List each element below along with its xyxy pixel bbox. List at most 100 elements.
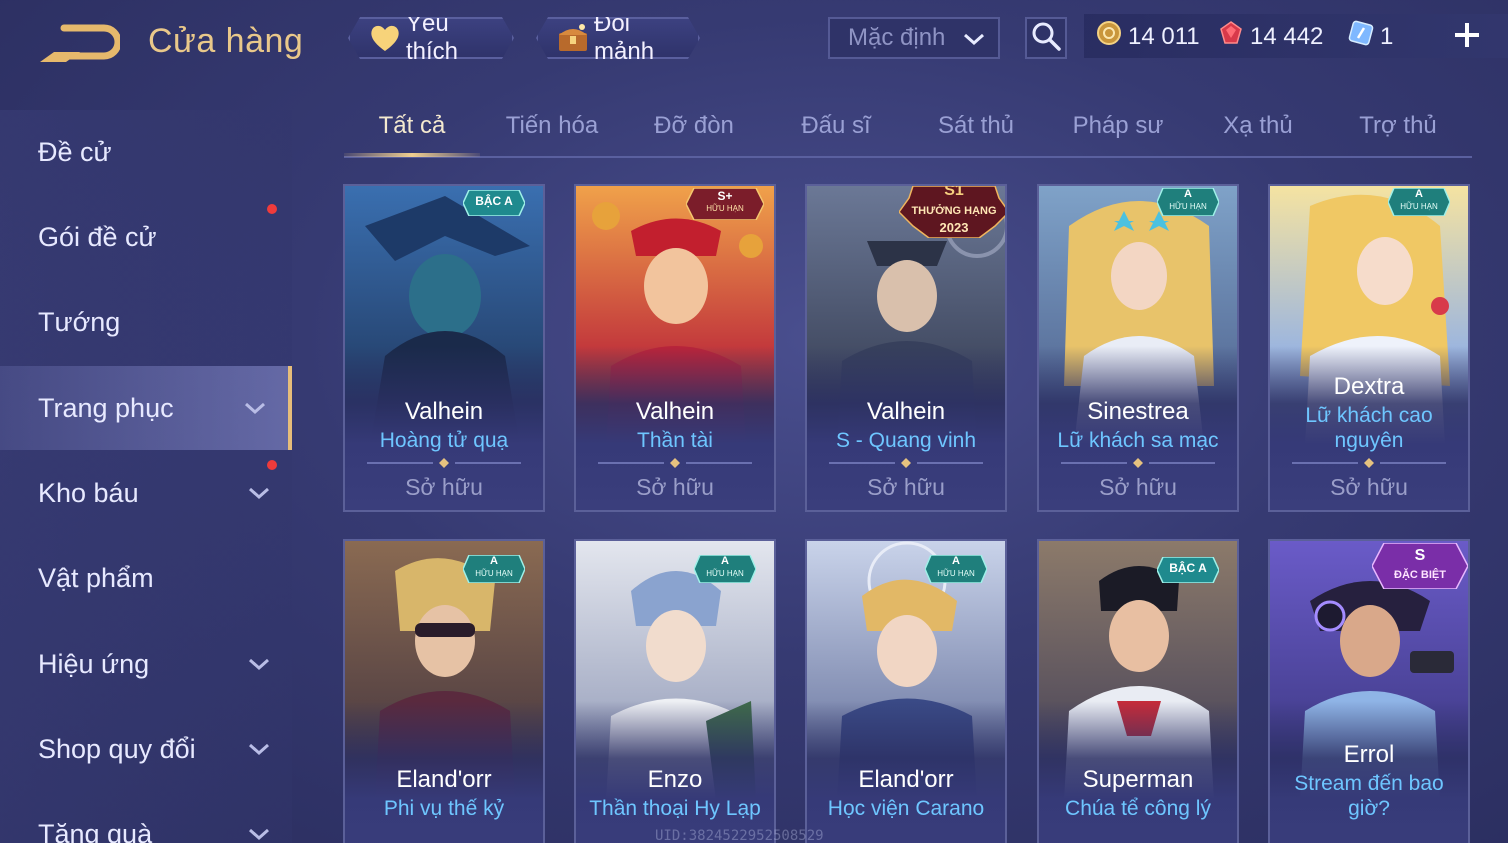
owned-status: Sở hữu xyxy=(867,474,945,500)
sidebar-item-skins[interactable]: Trang phục xyxy=(0,366,292,450)
gold-balance: 14 011 xyxy=(1096,20,1200,53)
sidebar-item-featured-bundles[interactable]: Gói đề cử xyxy=(0,195,292,279)
sort-value: Mặc định xyxy=(848,24,946,51)
ornament-divider xyxy=(1292,458,1446,468)
ornament-divider xyxy=(1061,458,1215,468)
skin-name: Lữ khách cao nguyên xyxy=(1305,404,1433,452)
plus-icon[interactable] xyxy=(1452,20,1482,50)
skin-card[interactable]: A HỮU HẠN Eland'orr Học viện Carano xyxy=(805,539,1007,843)
sidebar-item-items[interactable]: Vật phẩm xyxy=(0,536,292,620)
skin-card[interactable]: A HỮU HẠN Sinestrea Lữ khách sa mạc Sở h… xyxy=(1037,184,1239,512)
owned-status: Sở hữu xyxy=(636,474,714,500)
tab-mage[interactable]: Pháp sư xyxy=(1050,112,1186,154)
search-icon xyxy=(1031,21,1061,56)
tier-badge: A HỮU HẠN xyxy=(462,554,526,588)
hero-name: Errol xyxy=(1343,741,1395,768)
skin-card[interactable]: S1 THƯỞNG HẠNG 2023 Valhein S - Quang vi… xyxy=(805,184,1007,512)
sort-dropdown[interactable]: Mặc định xyxy=(828,17,1000,59)
ornament-divider xyxy=(598,458,752,468)
chevron-down-icon xyxy=(246,822,272,843)
hero-name: Eland'orr xyxy=(858,766,954,793)
ornament-divider xyxy=(829,458,983,468)
sidebar-item-effects[interactable]: Hiệu ứng xyxy=(0,622,292,706)
skin-name: Stream đến bao giờ? xyxy=(1294,772,1444,820)
tier-badge: S ĐẶC BIỆT xyxy=(1371,542,1468,594)
hero-name: Eland'orr xyxy=(396,766,492,793)
tab-evolution[interactable]: Tiến hóa xyxy=(484,112,620,154)
tier-badge: S1 THƯỞNG HẠNG 2023 xyxy=(898,186,1005,243)
category-tabs: Tất cả Tiến hóa Đỡ đòn Đấu sĩ Sát thủ Ph… xyxy=(344,108,1472,158)
tier-badge: BẬC A xyxy=(462,189,526,221)
sidebar-item-treasure[interactable]: Kho báu xyxy=(0,451,292,535)
tier-badge: A HỮU HẠN xyxy=(1387,187,1451,221)
hero-name: Valhein xyxy=(404,398,484,425)
tier-badge: A HỮU HẠN xyxy=(693,554,757,588)
skin-name: Phi vụ thế kỷ xyxy=(383,797,505,820)
skin-name: Hoàng tử quạ xyxy=(379,429,509,452)
hero-name: Superman xyxy=(1082,766,1194,793)
hero-name: Valhein xyxy=(635,398,715,425)
skin-card[interactable]: A HỮU HẠN Eland'orr Phi vụ thế kỷ xyxy=(343,539,545,843)
tier-badge: A HỮU HẠN xyxy=(924,554,988,588)
exchange-shard-button[interactable]: Đổi mảnh xyxy=(536,17,700,59)
back-arrow-icon[interactable] xyxy=(36,22,122,66)
sidebar-item-exchange-shop[interactable]: Shop quy đổi xyxy=(0,707,292,791)
hero-name: Dextra xyxy=(1333,373,1405,400)
chevron-down-icon xyxy=(246,737,272,761)
red-gem-icon xyxy=(1218,20,1244,53)
chevron-down-icon xyxy=(246,481,272,505)
sidebar-item-heroes[interactable]: Tướng xyxy=(0,280,292,364)
tier-badge: A HỮU HẠN xyxy=(1156,187,1220,221)
owned-status: Sở hữu xyxy=(405,474,483,500)
owned-status: Sở hữu xyxy=(1099,474,1177,500)
heart-icon xyxy=(368,21,402,55)
active-tab-indicator xyxy=(344,153,480,157)
exchange-label: Đổi mảnh xyxy=(594,10,655,65)
skin-card[interactable]: A HỮU HẠN Dextra Lữ khách cao nguyên Sở … xyxy=(1268,184,1470,512)
ornament-divider xyxy=(367,458,521,468)
skin-card[interactable]: S ĐẶC BIỆT Errol Stream đến bao giờ? xyxy=(1268,539,1470,843)
tab-fighter[interactable]: Đấu sĩ xyxy=(768,112,904,154)
currency-bar: 14 011 14 442 1 xyxy=(1084,14,1508,58)
treasure-chest-icon xyxy=(556,21,590,55)
uid-watermark: UID:382452295250852​9 xyxy=(655,828,824,843)
gold-coin-icon xyxy=(1096,20,1122,53)
sidebar: Đề cử Gói đề cử Tướng Trang phục Kho báu… xyxy=(0,110,292,843)
favorite-label: Yêu thích xyxy=(406,10,459,65)
tier-badge: S+ HỮU HẠN xyxy=(685,187,765,225)
skin-card[interactable]: BẬC A Superman Chúa tể công lý xyxy=(1037,539,1239,843)
notification-dot xyxy=(267,460,277,470)
skin-name: Thần thoại Hy Lạp xyxy=(589,797,761,820)
skin-name: Chúa tể công lý xyxy=(1065,797,1211,820)
hero-name: Sinestrea xyxy=(1087,398,1189,425)
hero-name: Enzo xyxy=(647,766,703,793)
search-button[interactable] xyxy=(1025,17,1067,59)
skin-card[interactable]: A HỮU HẠN Enzo Thần thoại Hy Lạp xyxy=(574,539,776,843)
tab-marksman[interactable]: Xạ thủ xyxy=(1190,112,1326,154)
sidebar-item-featured[interactable]: Đề cử xyxy=(0,110,292,194)
skin-card[interactable]: S+ HỮU HẠN Valhein Thần tài Sở hữu xyxy=(574,184,776,512)
hero-name: Valhein xyxy=(866,398,946,425)
owned-status: Sở hữu xyxy=(1330,474,1408,500)
notification-dot xyxy=(267,204,277,214)
skin-name: Thần tài xyxy=(637,429,713,452)
tab-all[interactable]: Tất cả xyxy=(344,112,480,154)
tab-assassin[interactable]: Sát thủ xyxy=(908,112,1044,154)
chevron-down-icon xyxy=(242,396,268,420)
skin-name: S - Quang vinh xyxy=(835,429,977,452)
skin-card[interactable]: BẬC A Valhein Hoàng tử quạ Sở hữu xyxy=(343,184,545,512)
tier-badge: BẬC A xyxy=(1156,556,1220,588)
skin-name: Học viện Carano xyxy=(827,797,985,820)
chevron-down-icon xyxy=(246,652,272,676)
gem-balance: 14 442 xyxy=(1218,20,1323,53)
top-bar: Cửa hàng Yêu thích Đổi mảnh Mặc định 14 … xyxy=(0,0,1508,80)
favorite-button[interactable]: Yêu thích xyxy=(348,17,514,59)
ticket-balance: 1 xyxy=(1348,20,1393,53)
page-title: Cửa hàng xyxy=(148,22,304,60)
chevron-down-icon xyxy=(962,27,986,51)
skin-name: Lữ khách sa mạc xyxy=(1057,429,1219,452)
tab-tank[interactable]: Đỡ đòn xyxy=(626,112,762,154)
sidebar-item-gift[interactable]: Tặng quà xyxy=(0,792,292,843)
tab-support[interactable]: Trợ thủ xyxy=(1330,112,1466,154)
ticket-icon xyxy=(1348,20,1374,53)
